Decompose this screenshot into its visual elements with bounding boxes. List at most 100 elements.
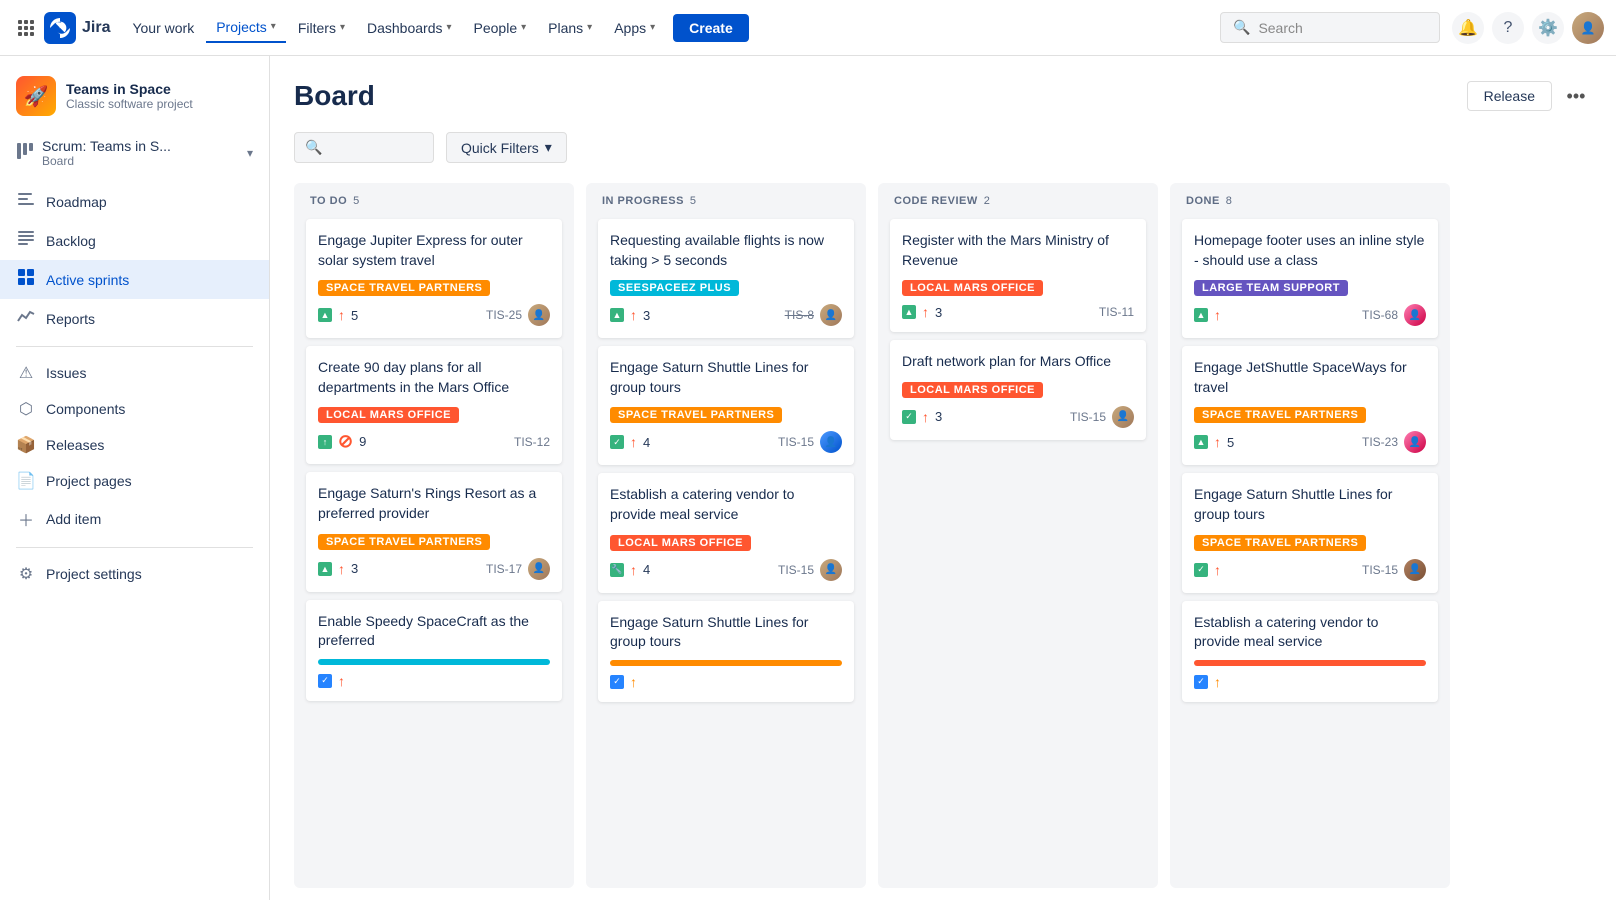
column-todo-count: 5 [353, 195, 359, 207]
project-name: Teams in Space [66, 81, 253, 97]
chevron-down-icon: ▾ [650, 22, 655, 33]
board-search-box[interactable]: 🔍 [294, 132, 434, 163]
task-type-icon: ✓ [902, 410, 916, 424]
priority-high-icon: ↑ [922, 304, 929, 320]
nav-dashboards[interactable]: Dashboards ▾ [357, 14, 462, 42]
card-tis15-draft[interactable]: Draft network plan for Mars Office LOCAL… [890, 340, 1146, 440]
column-inprogress-header: IN PROGRESS 5 [598, 195, 854, 207]
card-tis17-title: Engage Saturn's Rings Resort as a prefer… [318, 484, 550, 523]
notifications-button[interactable]: 🔔 [1452, 12, 1484, 44]
topnav-action-icons: 🔔 ? ⚙️ 👤 [1452, 12, 1604, 44]
card-tis68-label: LARGE TEAM SUPPORT [1194, 280, 1348, 296]
search-icon: 🔍 [1233, 19, 1250, 36]
backlog-icon [16, 229, 36, 252]
sidebar-item-backlog[interactable]: Backlog [0, 221, 269, 260]
help-button[interactable]: ? [1492, 12, 1524, 44]
column-done: DONE 8 Homepage footer uses an inline st… [1170, 183, 1450, 888]
card-avatar: 👤 [1404, 559, 1426, 581]
card-tis25-title: Engage Jupiter Express for outer solar s… [318, 231, 550, 270]
sidebar-item-add-item[interactable]: ＋ Add item [0, 499, 269, 539]
chevron-down-icon: ▾ [587, 22, 592, 33]
card-tis11[interactable]: Register with the Mars Ministry of Reven… [890, 219, 1146, 332]
sidebar-item-project-settings[interactable]: ⚙ Project settings [0, 556, 269, 592]
column-codereview-header: CODE REVIEW 2 [890, 195, 1146, 207]
card-speedy-footer: ✓ ↑ [318, 673, 550, 689]
sidebar-item-releases[interactable]: 📦 Releases [0, 427, 269, 463]
board-selector[interactable]: Scrum: Teams in S... Board ▾ [0, 132, 269, 182]
card-avatar: 👤 [820, 431, 842, 453]
card-tis23-title: Engage JetShuttle SpaceWays for travel [1194, 358, 1426, 397]
pages-icon: 📄 [16, 471, 36, 491]
improvement-type-icon: 🔧 [610, 563, 624, 577]
jira-logo[interactable]: Jira [44, 12, 110, 44]
card-tis11-footer: ▲ ↑ 3 TIS-11 [902, 304, 1134, 320]
column-codereview: CODE REVIEW 2 Register with the Mars Min… [878, 183, 1158, 888]
top-navigation: Jira Your work Projects ▾ Filters ▾ Dash… [0, 0, 1616, 56]
card-tis15-saturn-done[interactable]: Engage Saturn Shuttle Lines for group to… [1182, 473, 1438, 592]
quick-filters-button[interactable]: Quick Filters ▾ [446, 132, 567, 163]
user-avatar[interactable]: 👤 [1572, 12, 1604, 44]
card-issue-id: TIS-23 [1362, 435, 1398, 449]
card-saturn-ip-partial[interactable]: Engage Saturn Shuttle Lines for group to… [598, 601, 854, 702]
nav-your-work[interactable]: Your work [122, 14, 204, 42]
card-tis15-ip[interactable]: Engage Saturn Shuttle Lines for group to… [598, 346, 854, 465]
nav-filters[interactable]: Filters ▾ [288, 14, 355, 42]
task-type-icon: ✓ [610, 675, 624, 689]
card-tis15catering-label: LOCAL MARS OFFICE [610, 535, 751, 551]
card-tis15-catering[interactable]: Establish a catering vendor to provide m… [598, 473, 854, 592]
card-tis15saturndone-title: Engage Saturn Shuttle Lines for group to… [1194, 485, 1426, 524]
project-icon: 🚀 [16, 76, 56, 116]
card-points: 3 [351, 561, 358, 576]
more-options-button[interactable]: ••• [1560, 80, 1592, 112]
sidebar-item-issues[interactable]: ⚠ Issues [0, 355, 269, 391]
card-tis12[interactable]: Create 90 day plans for all departments … [306, 346, 562, 464]
card-tis25[interactable]: Engage Jupiter Express for outer solar s… [306, 219, 562, 338]
nav-people[interactable]: People ▾ [464, 14, 537, 42]
board-sub-label: Board [42, 154, 171, 168]
sidebar-project-header: 🚀 Teams in Space Classic software projec… [0, 68, 269, 132]
card-tis8[interactable]: Requesting available flights is now taki… [598, 219, 854, 338]
project-type: Classic software project [66, 97, 253, 111]
board-search-icon: 🔍 [305, 139, 322, 156]
story-type-icon: ▲ [902, 305, 916, 319]
sidebar-item-project-pages[interactable]: 📄 Project pages [0, 463, 269, 499]
sidebar-item-components[interactable]: ⬡ Components [0, 391, 269, 427]
sidebar-item-roadmap[interactable]: Roadmap [0, 182, 269, 221]
priority-high-icon: ↑ [630, 562, 637, 578]
card-catering-done-footer: ✓ ↑ [1194, 674, 1426, 690]
nav-plans[interactable]: Plans ▾ [538, 14, 602, 42]
card-points: 3 [935, 305, 942, 320]
search-box[interactable]: 🔍 Search [1220, 12, 1440, 43]
sidebar-item-active-sprints[interactable]: Active sprints [0, 260, 269, 299]
card-partial-indicator [610, 660, 842, 666]
card-issue-id: TIS-8 [785, 308, 814, 322]
sidebar-divider [16, 346, 253, 347]
card-avatar: 👤 [528, 304, 550, 326]
card-avatar: 👤 [528, 558, 550, 580]
release-button[interactable]: Release [1467, 81, 1552, 111]
card-points: 3 [935, 409, 942, 424]
card-issue-id: TIS-15 [778, 563, 814, 577]
sidebar-divider-2 [16, 547, 253, 548]
card-tis12-label: LOCAL MARS OFFICE [318, 407, 459, 423]
card-tis-speedy[interactable]: Enable Speedy SpaceCraft as the preferre… [306, 600, 562, 701]
grid-menu-icon[interactable] [12, 14, 40, 42]
priority-high-icon: ↑ [630, 307, 637, 323]
nav-projects[interactable]: Projects ▾ [206, 13, 286, 43]
card-tis15draft-footer: ✓ ↑ 3 TIS-15 👤 [902, 406, 1134, 428]
card-catering-done-partial[interactable]: Establish a catering vendor to provide m… [1182, 601, 1438, 702]
nav-apps[interactable]: Apps ▾ [604, 14, 665, 42]
roadmap-label: Roadmap [46, 194, 107, 210]
sidebar-item-reports[interactable]: Reports [0, 299, 269, 338]
card-tis8-footer: ▲ ↑ 3 TIS-8 👤 [610, 304, 842, 326]
card-tis68[interactable]: Homepage footer uses an inline style - s… [1182, 219, 1438, 338]
card-tis17[interactable]: Engage Saturn's Rings Resort as a prefer… [306, 472, 562, 591]
blocked-icon: ⊘ [338, 431, 353, 452]
create-button[interactable]: Create [673, 14, 749, 42]
card-tis23[interactable]: Engage JetShuttle SpaceWays for travel S… [1182, 346, 1438, 465]
priority-high-icon: ↑ [338, 561, 345, 577]
settings-button[interactable]: ⚙️ [1532, 12, 1564, 44]
project-pages-label: Project pages [46, 473, 132, 489]
components-label: Components [46, 401, 125, 417]
card-partial-indicator [318, 659, 550, 665]
